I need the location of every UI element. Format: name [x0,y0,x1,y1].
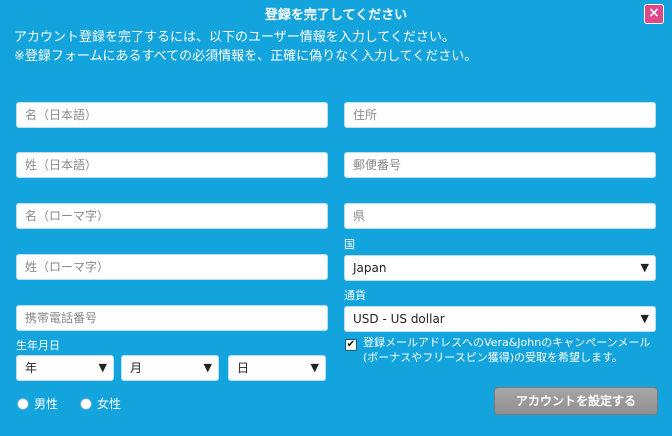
intro-line-2: ※登録フォームにあるすべての必須情報を、正確に偽りなく入力してください。 [14,49,478,64]
birth-day-select[interactable]: 日 ▼ [228,355,326,381]
create-account-button[interactable]: アカウントを設定する [494,387,658,415]
birthdate-label: 生年月日 [16,339,60,352]
first-name-romaji-input[interactable]: 名（ローマ字） [16,203,328,229]
gender-female-radio[interactable] [80,398,92,410]
birth-month-select[interactable]: 月 ▼ [121,355,219,381]
gender-female-label: 女性 [97,397,122,411]
last-name-japanese-input[interactable]: 姓（日本語） [16,152,328,178]
chevron-down-icon: ▼ [640,312,649,325]
birth-year-select[interactable]: 年 ▼ [16,355,114,381]
chevron-down-icon: ▼ [640,261,649,274]
currency-value: USD - US dollar [353,312,445,326]
birth-day-value: 日 [237,361,250,375]
birth-year-value: 年 [25,361,38,375]
postal-code-input[interactable]: 郵便番号 [344,152,656,178]
chevron-down-icon: ▼ [98,361,107,374]
close-icon[interactable]: × [644,4,664,24]
country-label: 国 [344,238,355,251]
last-name-romaji-input[interactable]: 姓（ローマ字） [16,254,328,280]
prefecture-input[interactable]: 県 [344,203,656,229]
address-input[interactable]: 住所 [344,102,656,128]
gender-male-label: 男性 [34,397,59,411]
chevron-down-icon: ▼ [203,361,212,374]
modal-title: 登録を完了してください [264,8,408,23]
intro-text: アカウント登録を完了するには、以下のユーザー情報を入力してください。 ※登録フォ… [14,28,477,66]
currency-select[interactable]: USD - US dollar ▼ [344,306,656,332]
chevron-down-icon: ▼ [310,361,319,374]
first-name-japanese-input[interactable]: 名（日本語） [16,102,328,128]
intro-line-1: アカウント登録を完了するには、以下のユーザー情報を入力してください。 [14,30,455,45]
newsletter-label: 登録メールアドレスへのVera&Johnのキャンペーンメール(ボーナスやフリース… [363,336,651,364]
newsletter-checkbox[interactable]: ✔ [345,339,357,351]
country-select[interactable]: Japan ▼ [344,255,656,281]
registration-modal: 登録を完了してください × アカウント登録を完了するには、以下のユーザー情報を入… [0,0,672,436]
birth-month-value: 月 [130,361,143,375]
currency-label: 通貨 [344,289,366,302]
country-value: Japan [353,261,387,275]
gender-male-radio[interactable] [17,398,29,410]
mobile-phone-input[interactable]: 携帯電話番号 [16,305,328,331]
